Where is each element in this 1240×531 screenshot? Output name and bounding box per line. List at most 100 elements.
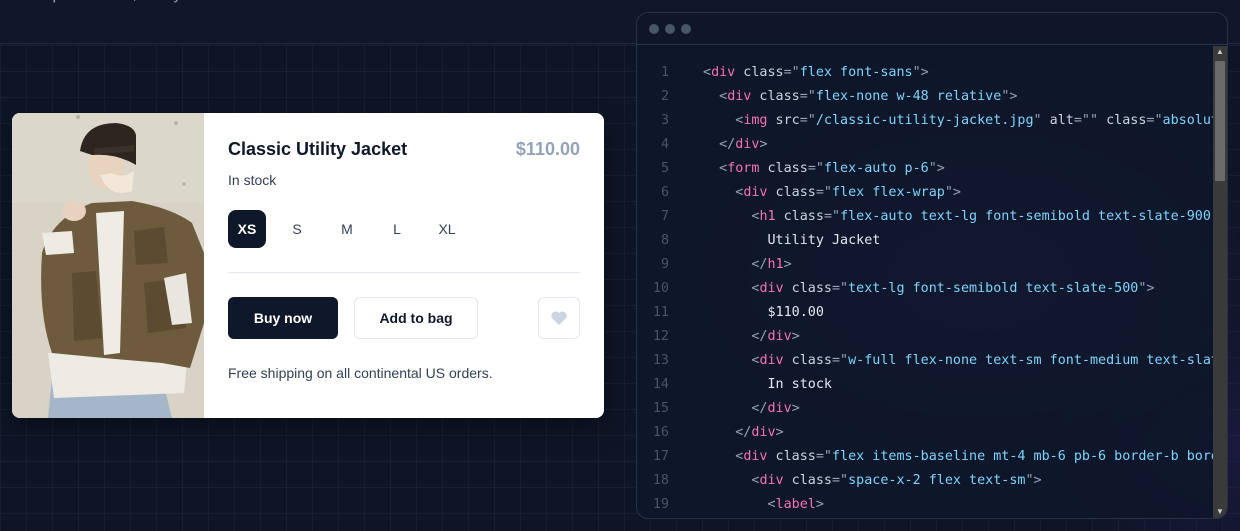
code-token: div (759, 280, 784, 296)
code-text: <div class="flex-none w-48 relative"> (703, 89, 1017, 104)
code-line: 15 </div> (637, 396, 1213, 420)
size-option-l[interactable]: L (378, 210, 416, 248)
code-text: <img src="/classic-utility-jacket.jpg" a… (703, 113, 1213, 128)
line-number: 7 (660, 208, 669, 224)
product-photo-illustration (12, 113, 204, 418)
window-dot-icon (665, 23, 675, 34)
line-number: 2 (660, 88, 669, 104)
code-text: </h1> (703, 256, 792, 272)
code-token: </ (751, 400, 768, 416)
code-text: $110.00 (703, 305, 823, 320)
code-text: <div class="flex items-baseline mt-4 mb-… (703, 449, 1213, 464)
size-option-xl[interactable]: XL (428, 210, 466, 248)
code-token: class (783, 472, 832, 488)
size-selector: XS S M L XL (228, 210, 580, 273)
line-number: 15 (652, 400, 669, 416)
code-token: =" (832, 280, 849, 296)
favorite-button[interactable] (538, 297, 580, 339)
scrollbar-thumb[interactable] (1215, 61, 1225, 181)
code-token: > (791, 328, 800, 344)
code-token: =" (832, 352, 849, 368)
line-number: 19 (652, 496, 669, 512)
line-number: 17 (652, 448, 669, 464)
code-token: /classic-utility-jacket.jpg (815, 112, 1034, 128)
code-token: class (783, 352, 832, 368)
code-text: Utility Jacket (703, 233, 880, 248)
code-token: > (783, 256, 792, 272)
code-token: "> (944, 184, 961, 200)
code-token: div (727, 88, 752, 104)
code-token: class (767, 184, 816, 200)
code-token: < (767, 496, 776, 512)
size-option-xs[interactable]: XS (228, 210, 266, 248)
code-token: div (751, 424, 776, 440)
code-token: =" (823, 208, 841, 224)
line-number: 16 (652, 424, 669, 440)
code-token: > (815, 496, 824, 512)
code-line: 8 Utility Jacket (637, 228, 1213, 252)
code-token: div (743, 448, 768, 464)
code-token: div (743, 184, 768, 200)
size-option-m[interactable]: M (328, 210, 366, 248)
code-token: form (727, 160, 760, 176)
code-token: "> (1001, 88, 1018, 104)
code-line: 6 <div class="flex flex-wrap"> (637, 180, 1213, 204)
code-token: "> (928, 160, 945, 176)
code-token: div (767, 328, 792, 344)
code-token: =" (815, 184, 832, 200)
code-text: </div> (703, 424, 784, 440)
scroll-up-arrow-icon[interactable]: ▲ (1213, 46, 1227, 58)
code-text: <h1 class="flex-auto text-lg font-semibo… (703, 209, 1213, 224)
code-line: 10 <div class="text-lg font-semibold tex… (637, 276, 1213, 300)
code-editor[interactable]: 1 <div class="flex font-sans"> 2 <div clas… (637, 46, 1213, 518)
line-number: 11 (652, 304, 669, 320)
code-text: </div> (703, 136, 768, 152)
code-token: "> (912, 64, 929, 80)
code-token: h1 (767, 256, 784, 272)
scroll-down-arrow-icon[interactable]: ▼ (1213, 506, 1227, 518)
code-token: =" (807, 160, 824, 176)
code-text: <div class="w-full flex-none text-sm fon… (703, 353, 1213, 368)
code-token: " (1033, 112, 1042, 128)
line-number: 9 (660, 256, 669, 272)
code-token: > (775, 424, 784, 440)
line-number: 13 (652, 352, 669, 368)
code-text: <form class="flex-auto p-6"> (703, 161, 945, 176)
add-to-bag-button[interactable]: Add to bag (354, 297, 478, 339)
code-token: ="" (1073, 112, 1099, 128)
code-text: In stock (703, 377, 832, 392)
buy-now-button[interactable]: Buy now (228, 297, 338, 339)
code-line: 18 <div class="space-x-2 flex text-sm"> (637, 468, 1213, 492)
code-token: "> (1025, 472, 1042, 488)
code-token: class (783, 280, 832, 296)
code-token: Utility Jacket (703, 232, 881, 248)
code-line: 1 <div class="flex font-sans"> (637, 60, 1213, 84)
code-token: =" (832, 472, 849, 488)
code-text: </div> (703, 400, 799, 416)
line-number: 10 (652, 280, 669, 296)
vertical-scrollbar[interactable]: ▲ ▼ (1213, 46, 1227, 518)
code-token: flex items-baseline mt-4 mb-6 pb-6 borde… (832, 448, 1213, 464)
code-token: flex-auto text-lg font-semibold text-sla… (840, 208, 1211, 224)
line-number: 12 (652, 328, 669, 344)
code-line: 5 <form class="flex-auto p-6"> (637, 156, 1213, 180)
code-text: </div> (703, 328, 800, 344)
size-option-s[interactable]: S (278, 210, 316, 248)
product-card: Classic Utility Jacket $110.00 In stock … (12, 113, 604, 418)
code-token: > (759, 136, 768, 152)
code-token: class (775, 208, 824, 224)
code-text: <div class="text-lg font-semibold text-s… (703, 281, 1154, 296)
code-line: 4 </div> (637, 132, 1213, 156)
code-token: < (719, 88, 728, 104)
code-token: div (759, 352, 784, 368)
code-text: <div class="flex flex-wrap"> (703, 185, 961, 200)
